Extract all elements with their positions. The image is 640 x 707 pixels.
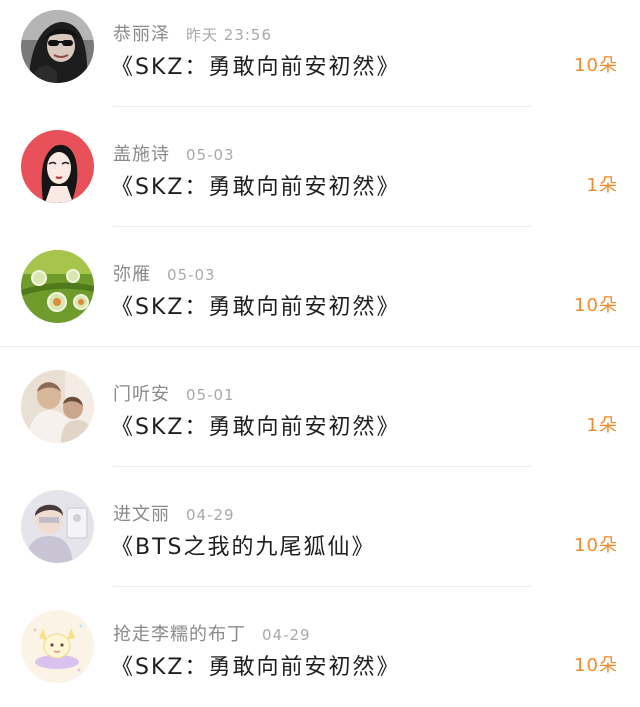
divider bbox=[113, 226, 532, 227]
timestamp: 05-03 bbox=[186, 146, 235, 164]
avatar[interactable] bbox=[21, 250, 94, 323]
divider bbox=[113, 466, 532, 467]
divider bbox=[0, 346, 640, 347]
avatar[interactable] bbox=[21, 370, 94, 443]
divider bbox=[113, 106, 532, 107]
flower-count: 1朵 bbox=[586, 415, 618, 436]
book-title[interactable]: 《SKZ：勇敢向前安初然》 bbox=[111, 649, 400, 681]
avatar[interactable] bbox=[21, 130, 94, 203]
username[interactable]: 弥雁 05-03 bbox=[113, 260, 216, 286]
avatar[interactable] bbox=[21, 10, 94, 83]
username[interactable]: 盖施诗 05-03 bbox=[113, 140, 235, 166]
timestamp: 昨天 23:56 bbox=[186, 26, 272, 44]
list-item[interactable]: 恭丽泽 昨天 23:56 《SKZ：勇敢向前安初然》 10朵 bbox=[0, 0, 640, 120]
avatar-image bbox=[21, 130, 94, 203]
list-item[interactable]: 弥雁 05-03 《SKZ：勇敢向前安初然》 10朵 bbox=[0, 240, 640, 360]
username[interactable]: 门听安 05-01 bbox=[113, 380, 235, 406]
avatar[interactable] bbox=[21, 490, 94, 563]
gift-list: 恭丽泽 昨天 23:56 《SKZ：勇敢向前安初然》 10朵 盖施诗 05-03 《… bbox=[0, 0, 640, 707]
list-item[interactable]: 进文丽 04-29 《BTS之我的九尾狐仙》 10朵 bbox=[0, 480, 640, 600]
flower-count: 10朵 bbox=[574, 535, 618, 556]
avatar-image bbox=[21, 610, 94, 683]
username[interactable]: 恭丽泽 昨天 23:56 bbox=[113, 20, 272, 46]
divider bbox=[113, 586, 532, 587]
list-item[interactable]: 门听安 05-01 《SKZ：勇敢向前安初然》 1朵 bbox=[0, 360, 640, 480]
flower-count: 10朵 bbox=[574, 655, 618, 676]
book-title[interactable]: 《SKZ：勇敢向前安初然》 bbox=[111, 49, 400, 81]
avatar-image bbox=[21, 10, 94, 83]
flower-count: 10朵 bbox=[574, 55, 618, 76]
avatar[interactable] bbox=[21, 610, 94, 683]
timestamp: 04-29 bbox=[186, 506, 235, 524]
book-title[interactable]: 《SKZ：勇敢向前安初然》 bbox=[111, 169, 400, 201]
book-title[interactable]: 《SKZ：勇敢向前安初然》 bbox=[111, 409, 400, 441]
avatar-image bbox=[21, 250, 94, 323]
timestamp: 04-29 bbox=[262, 626, 311, 644]
avatar-image bbox=[21, 490, 94, 563]
avatar-image bbox=[21, 370, 94, 443]
timestamp: 05-03 bbox=[167, 266, 216, 284]
flower-count: 1朵 bbox=[586, 175, 618, 196]
timestamp: 05-01 bbox=[186, 386, 235, 404]
book-title[interactable]: 《BTS之我的九尾狐仙》 bbox=[111, 529, 376, 561]
list-item[interactable]: 抢走李糯的布丁 04-29 《SKZ：勇敢向前安初然》 10朵 bbox=[0, 600, 640, 707]
username[interactable]: 抢走李糯的布丁 04-29 bbox=[113, 620, 311, 646]
flower-count: 10朵 bbox=[574, 295, 618, 316]
list-item[interactable]: 盖施诗 05-03 《SKZ：勇敢向前安初然》 1朵 bbox=[0, 120, 640, 240]
book-title[interactable]: 《SKZ：勇敢向前安初然》 bbox=[111, 289, 400, 321]
username[interactable]: 进文丽 04-29 bbox=[113, 500, 235, 526]
